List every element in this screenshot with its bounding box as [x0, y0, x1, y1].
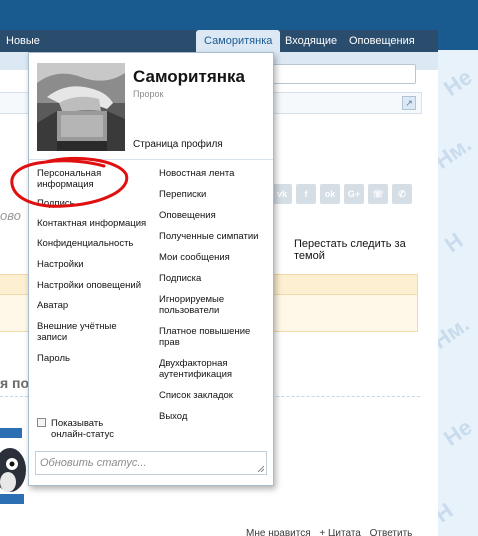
viber-icon[interactable]: ☏ [368, 184, 388, 204]
avatar[interactable] [37, 63, 125, 151]
quote-button[interactable]: + Цитата [319, 528, 360, 536]
menu-item-bookmarks[interactable]: Список закладок [159, 390, 271, 401]
watermark-text: Нм. [438, 311, 474, 354]
search-input[interactable] [268, 64, 416, 84]
section-title-fragment: я по [0, 375, 30, 391]
google-plus-icon[interactable]: G+ [344, 184, 364, 204]
menu-item-privacy[interactable]: Конфиденциальность [37, 238, 149, 249]
status-placeholder: Обновить статус... [40, 457, 147, 469]
profile-page-link[interactable]: Страница профиля [133, 139, 223, 150]
like-button[interactable]: Мне нравится [246, 528, 311, 536]
menu-item-conversations[interactable]: Переписки [159, 189, 271, 200]
resize-grip-icon[interactable] [256, 464, 264, 472]
menu-item-subscriptions[interactable]: Подписка [159, 273, 271, 284]
menu-item-contact-info[interactable]: Контактная информация [37, 218, 149, 229]
status-update-input[interactable]: Обновить статус... [35, 451, 267, 475]
watermark-text: Нм. [438, 131, 476, 174]
user-name: Саморитянка [133, 67, 245, 86]
menu-item-external-accounts[interactable]: Внешние учётные записи [37, 321, 149, 343]
nav-tab-user[interactable]: Саморитянка [196, 30, 281, 52]
activity-menu: Новостная лента Переписки Оповещения Пол… [159, 168, 271, 422]
online-status-label[interactable]: Показывать онлайн-статус [51, 418, 131, 440]
menu-item-my-posts[interactable]: Мои сообщения [159, 252, 271, 263]
whatsapp-icon[interactable]: ✆ [392, 184, 412, 204]
menu-item-two-factor[interactable]: Двухфакторная аутентификация [159, 358, 271, 380]
menu-item-likes-received[interactable]: Полученные симпатии [159, 231, 271, 242]
nav-tab-new[interactable]: Новые [0, 30, 48, 52]
online-status-checkbox[interactable] [37, 418, 46, 427]
background-watermark: Не Нм. Н Нм. Не Н [438, 50, 478, 536]
reply-button[interactable]: Ответить [370, 528, 413, 536]
external-link-icon[interactable]: ↗ [402, 96, 416, 110]
watermark-text: Н [439, 227, 468, 258]
post-actions: Мне нравится + Цитата Ответить [240, 528, 412, 536]
nav-tab-alerts[interactable]: Оповещения [341, 30, 423, 52]
menu-item-logout[interactable]: Выход [159, 411, 271, 422]
menu-item-alerts[interactable]: Оповещения [159, 210, 271, 221]
watermark-text: Н [438, 497, 458, 528]
user-rank: Пророк [133, 89, 164, 99]
watermark-text: Не [439, 414, 477, 451]
menu-item-paid-upgrades[interactable]: Платное повышение прав [159, 326, 271, 348]
menu-item-settings[interactable]: Настройки [37, 259, 149, 270]
post-avatar[interactable] [0, 420, 30, 508]
odnoklassniki-icon[interactable]: ok [320, 184, 340, 204]
menu-item-password[interactable]: Пароль [37, 353, 149, 364]
user-menu-dropdown: Саморитянка Пророк Страница профиля Перс… [28, 52, 274, 486]
main-nav: Новые Саморитянка Входящие Оповещения [0, 30, 438, 52]
red-highlight-annotation [10, 156, 129, 208]
menu-item-news-feed[interactable]: Новостная лента [159, 168, 271, 179]
menu-item-ignored-users[interactable]: Игнорируемые пользователи [159, 294, 271, 316]
menu-item-alert-settings[interactable]: Настройки оповещений [37, 280, 149, 291]
thread-title-fragment: ово [0, 208, 21, 223]
facebook-icon[interactable]: f [296, 184, 316, 204]
watermark-text: Не [439, 64, 477, 101]
menu-item-avatar[interactable]: Аватар [37, 300, 149, 311]
nav-tab-inbox[interactable]: Входящие [277, 30, 345, 52]
unfollow-link[interactable]: Перестать следить за темой [294, 238, 438, 262]
vk-icon[interactable]: vk [272, 184, 292, 204]
